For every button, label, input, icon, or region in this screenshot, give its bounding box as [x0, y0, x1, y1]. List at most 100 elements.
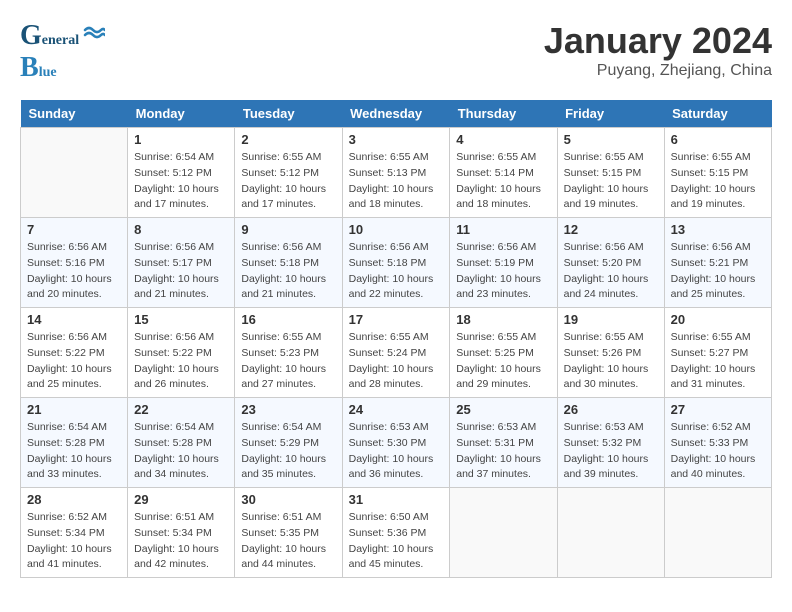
day-number: 25 [456, 402, 550, 417]
logo-general-g: G [20, 20, 42, 52]
day-info: Sunrise: 6:55 AMSunset: 5:27 PMDaylight:… [671, 330, 765, 393]
week-row-2: 7Sunrise: 6:56 AMSunset: 5:16 PMDaylight… [21, 218, 772, 308]
logo: G eneral B lue [20, 20, 105, 84]
day-cell: 27 Sunrise: 6:52 AMSunset: 5:33 PMDayligh… [664, 398, 771, 488]
day-info: Sunrise: 6:55 AMSunset: 5:13 PMDaylight:… [349, 150, 444, 213]
day-number: 8 [134, 222, 228, 237]
day-number: 9 [241, 222, 335, 237]
day-cell: 10 Sunrise: 6:56 AMSunset: 5:18 PMDayligh… [342, 218, 450, 308]
day-cell: 13Sunrise: 6:56 AMSunset: 5:21 PMDayligh… [664, 218, 771, 308]
day-cell: 23 Sunrise: 6:54 AMSunset: 5:29 PMDayligh… [235, 398, 342, 488]
day-info: Sunrise: 6:56 AMSunset: 5:17 PMDaylight:… [134, 240, 228, 303]
day-number: 23 [241, 402, 335, 417]
location: Puyang, Zhejiang, China [544, 62, 772, 80]
day-info: Sunrise: 6:54 AMSunset: 5:28 PMDaylight:… [134, 420, 228, 483]
week-row-4: 21 Sunrise: 6:54 AMSunset: 5:28 PMDayligh… [21, 398, 772, 488]
day-cell: 21 Sunrise: 6:54 AMSunset: 5:28 PMDayligh… [21, 398, 128, 488]
day-number: 12 [564, 222, 658, 237]
day-number: 6 [671, 132, 765, 147]
day-number: 15 [134, 312, 228, 327]
week-row-3: 14 Sunrise: 6:56 AMSunset: 5:22 PMDayligh… [21, 308, 772, 398]
day-number: 3 [349, 132, 444, 147]
day-cell: 16 Sunrise: 6:55 AMSunset: 5:23 PMDayligh… [235, 308, 342, 398]
header-saturday: Saturday [664, 100, 771, 128]
day-number: 10 [349, 222, 444, 237]
day-info: Sunrise: 6:55 AMSunset: 5:15 PMDaylight:… [564, 150, 658, 213]
day-info: Sunrise: 6:55 AMSunset: 5:24 PMDaylight:… [349, 330, 444, 393]
day-info: Sunrise: 6:54 AMSunset: 5:28 PMDaylight:… [27, 420, 121, 483]
logo-blue-rest: lue [39, 65, 57, 81]
day-cell: 9 Sunrise: 6:56 AMSunset: 5:18 PMDaylight… [235, 218, 342, 308]
day-info: Sunrise: 6:55 AMSunset: 5:26 PMDaylight:… [564, 330, 658, 393]
logo-blue-b: B [20, 52, 39, 84]
day-cell: 14 Sunrise: 6:56 AMSunset: 5:22 PMDayligh… [21, 308, 128, 398]
day-info: Sunrise: 6:55 AMSunset: 5:15 PMDaylight:… [671, 150, 765, 213]
day-cell: 28Sunrise: 6:52 AMSunset: 5:34 PMDayligh… [21, 488, 128, 578]
day-number: 5 [564, 132, 658, 147]
header-sunday: Sunday [21, 100, 128, 128]
day-cell: 24 Sunrise: 6:53 AMSunset: 5:30 PMDayligh… [342, 398, 450, 488]
day-info: Sunrise: 6:54 AMSunset: 5:12 PMDaylight:… [134, 150, 228, 213]
day-number: 26 [564, 402, 658, 417]
day-cell [557, 488, 664, 578]
day-cell [21, 128, 128, 218]
day-info: Sunrise: 6:55 AMSunset: 5:14 PMDaylight:… [456, 150, 550, 213]
day-number: 21 [27, 402, 121, 417]
logo-wave-icon [83, 22, 105, 49]
day-cell: 7Sunrise: 6:56 AMSunset: 5:16 PMDaylight… [21, 218, 128, 308]
day-info: Sunrise: 6:53 AMSunset: 5:30 PMDaylight:… [349, 420, 444, 483]
day-number: 31 [349, 492, 444, 507]
day-number: 18 [456, 312, 550, 327]
day-cell: 8 Sunrise: 6:56 AMSunset: 5:17 PMDaylight… [128, 218, 235, 308]
week-row-1: 1 Sunrise: 6:54 AMSunset: 5:12 PMDaylight… [21, 128, 772, 218]
day-number: 16 [241, 312, 335, 327]
day-number: 17 [349, 312, 444, 327]
day-cell: 30Sunrise: 6:51 AMSunset: 5:35 PMDayligh… [235, 488, 342, 578]
day-number: 24 [349, 402, 444, 417]
day-cell: 19 Sunrise: 6:55 AMSunset: 5:26 PMDayligh… [557, 308, 664, 398]
day-cell: 22Sunrise: 6:54 AMSunset: 5:28 PMDayligh… [128, 398, 235, 488]
day-number: 27 [671, 402, 765, 417]
day-info: Sunrise: 6:51 AMSunset: 5:34 PMDaylight:… [134, 510, 228, 573]
day-number: 1 [134, 132, 228, 147]
day-cell: 15 Sunrise: 6:56 AMSunset: 5:22 PMDayligh… [128, 308, 235, 398]
day-number: 29 [134, 492, 228, 507]
day-info: Sunrise: 6:55 AMSunset: 5:12 PMDaylight:… [241, 150, 335, 213]
month-title: January 2024 [544, 20, 772, 62]
day-number: 4 [456, 132, 550, 147]
day-number: 19 [564, 312, 658, 327]
day-number: 14 [27, 312, 121, 327]
day-cell: 31Sunrise: 6:50 AMSunset: 5:36 PMDayligh… [342, 488, 450, 578]
day-cell: 29 Sunrise: 6:51 AMSunset: 5:34 PMDayligh… [128, 488, 235, 578]
day-info: Sunrise: 6:56 AMSunset: 5:21 PMDaylight:… [671, 240, 765, 303]
day-number: 7 [27, 222, 121, 237]
day-cell: 17 Sunrise: 6:55 AMSunset: 5:24 PMDayligh… [342, 308, 450, 398]
day-cell: 2Sunrise: 6:55 AMSunset: 5:12 PMDaylight… [235, 128, 342, 218]
day-info: Sunrise: 6:55 AMSunset: 5:23 PMDaylight:… [241, 330, 335, 393]
title-area: January 2024 Puyang, Zhejiang, China [544, 20, 772, 80]
day-cell: 20 Sunrise: 6:55 AMSunset: 5:27 PMDayligh… [664, 308, 771, 398]
day-cell: 5 Sunrise: 6:55 AMSunset: 5:15 PMDaylight… [557, 128, 664, 218]
page-header: G eneral B lue January 2024 Puyang, Zhej… [20, 20, 772, 84]
day-info: Sunrise: 6:56 AMSunset: 5:22 PMDaylight:… [27, 330, 121, 393]
day-info: Sunrise: 6:51 AMSunset: 5:35 PMDaylight:… [241, 510, 335, 573]
day-number: 20 [671, 312, 765, 327]
day-cell [664, 488, 771, 578]
header-friday: Friday [557, 100, 664, 128]
calendar-table: Sunday Monday Tuesday Wednesday Thursday… [20, 100, 772, 578]
day-info: Sunrise: 6:52 AMSunset: 5:34 PMDaylight:… [27, 510, 121, 573]
logo-general-rest: eneral [42, 33, 79, 49]
day-cell: 12Sunrise: 6:56 AMSunset: 5:20 PMDayligh… [557, 218, 664, 308]
day-info: Sunrise: 6:56 AMSunset: 5:22 PMDaylight:… [134, 330, 228, 393]
day-info: Sunrise: 6:56 AMSunset: 5:18 PMDaylight:… [241, 240, 335, 303]
day-cell [450, 488, 557, 578]
day-info: Sunrise: 6:56 AMSunset: 5:18 PMDaylight:… [349, 240, 444, 303]
day-cell: 26Sunrise: 6:53 AMSunset: 5:32 PMDayligh… [557, 398, 664, 488]
day-cell: 18Sunrise: 6:55 AMSunset: 5:25 PMDayligh… [450, 308, 557, 398]
day-cell: 4 Sunrise: 6:55 AMSunset: 5:14 PMDaylight… [450, 128, 557, 218]
header-monday: Monday [128, 100, 235, 128]
day-info: Sunrise: 6:52 AMSunset: 5:33 PMDaylight:… [671, 420, 765, 483]
day-info: Sunrise: 6:54 AMSunset: 5:29 PMDaylight:… [241, 420, 335, 483]
header-tuesday: Tuesday [235, 100, 342, 128]
weekday-header-row: Sunday Monday Tuesday Wednesday Thursday… [21, 100, 772, 128]
